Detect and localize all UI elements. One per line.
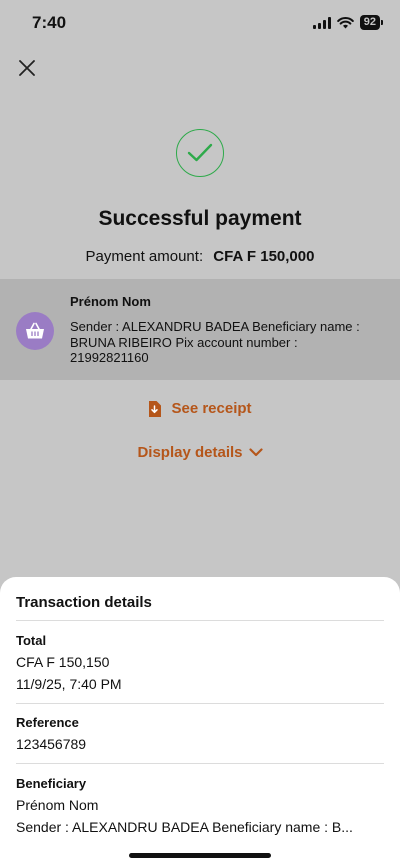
status-icons: 92	[312, 15, 384, 30]
display-details-label: Display details	[137, 444, 243, 461]
recipient-description: Sender : ALEXANDRU BADEA Beneficiary nam…	[70, 319, 360, 365]
chevron-down-icon	[248, 448, 263, 457]
sheet-title: Transaction details	[16, 594, 152, 611]
receipt-download-icon	[149, 400, 162, 417]
display-details-button[interactable]: Display details	[0, 444, 400, 461]
divider	[16, 620, 384, 621]
see-receipt-button[interactable]: See receipt	[0, 400, 400, 417]
total-datetime: 11/9/25, 7:40 PM	[16, 676, 122, 692]
page-title: Successful payment	[98, 207, 302, 230]
payment-amount-row: Payment amount: CFA F 150,000	[0, 248, 400, 265]
reference-value: 123456789	[16, 736, 87, 752]
beneficiary-description: Sender : ALEXANDRU BADEA Beneficiary nam…	[16, 819, 353, 835]
status-bar: 7:40 92	[0, 0, 400, 46]
signal-icon	[312, 16, 331, 29]
amount-value: CFA F 150,000	[213, 248, 315, 265]
battery-icon: 92	[359, 15, 384, 30]
home-indicator	[129, 853, 271, 858]
beneficiary-section: Beneficiary Prénom Nom Sender : ALEXANDR…	[16, 776, 384, 835]
close-button[interactable]	[12, 53, 42, 83]
reference-label: Reference	[16, 715, 79, 730]
basket-icon	[16, 312, 54, 350]
amount-label: Payment amount:	[85, 248, 204, 265]
recipient-name: Prénom Nom	[70, 294, 151, 309]
total-amount: CFA F 150,150	[16, 654, 110, 670]
success-check-icon	[176, 129, 224, 177]
see-receipt-label: See receipt	[171, 400, 252, 417]
divider	[16, 763, 384, 764]
wifi-icon	[336, 16, 354, 28]
beneficiary-label: Beneficiary	[16, 776, 87, 791]
close-icon	[19, 60, 35, 76]
total-section: Total CFA F 150,150 11/9/25, 7:40 PM	[16, 633, 384, 692]
status-time: 7:40	[32, 13, 67, 32]
reference-section: Reference 123456789	[16, 715, 384, 752]
recipient-card: Prénom Nom Sender : ALEXANDRU BADEA Bene…	[0, 279, 400, 380]
divider	[16, 703, 384, 704]
transaction-details-sheet[interactable]: Transaction details Total CFA F 150,150 …	[0, 577, 400, 866]
total-label: Total	[16, 633, 47, 648]
beneficiary-name: Prénom Nom	[16, 797, 99, 813]
